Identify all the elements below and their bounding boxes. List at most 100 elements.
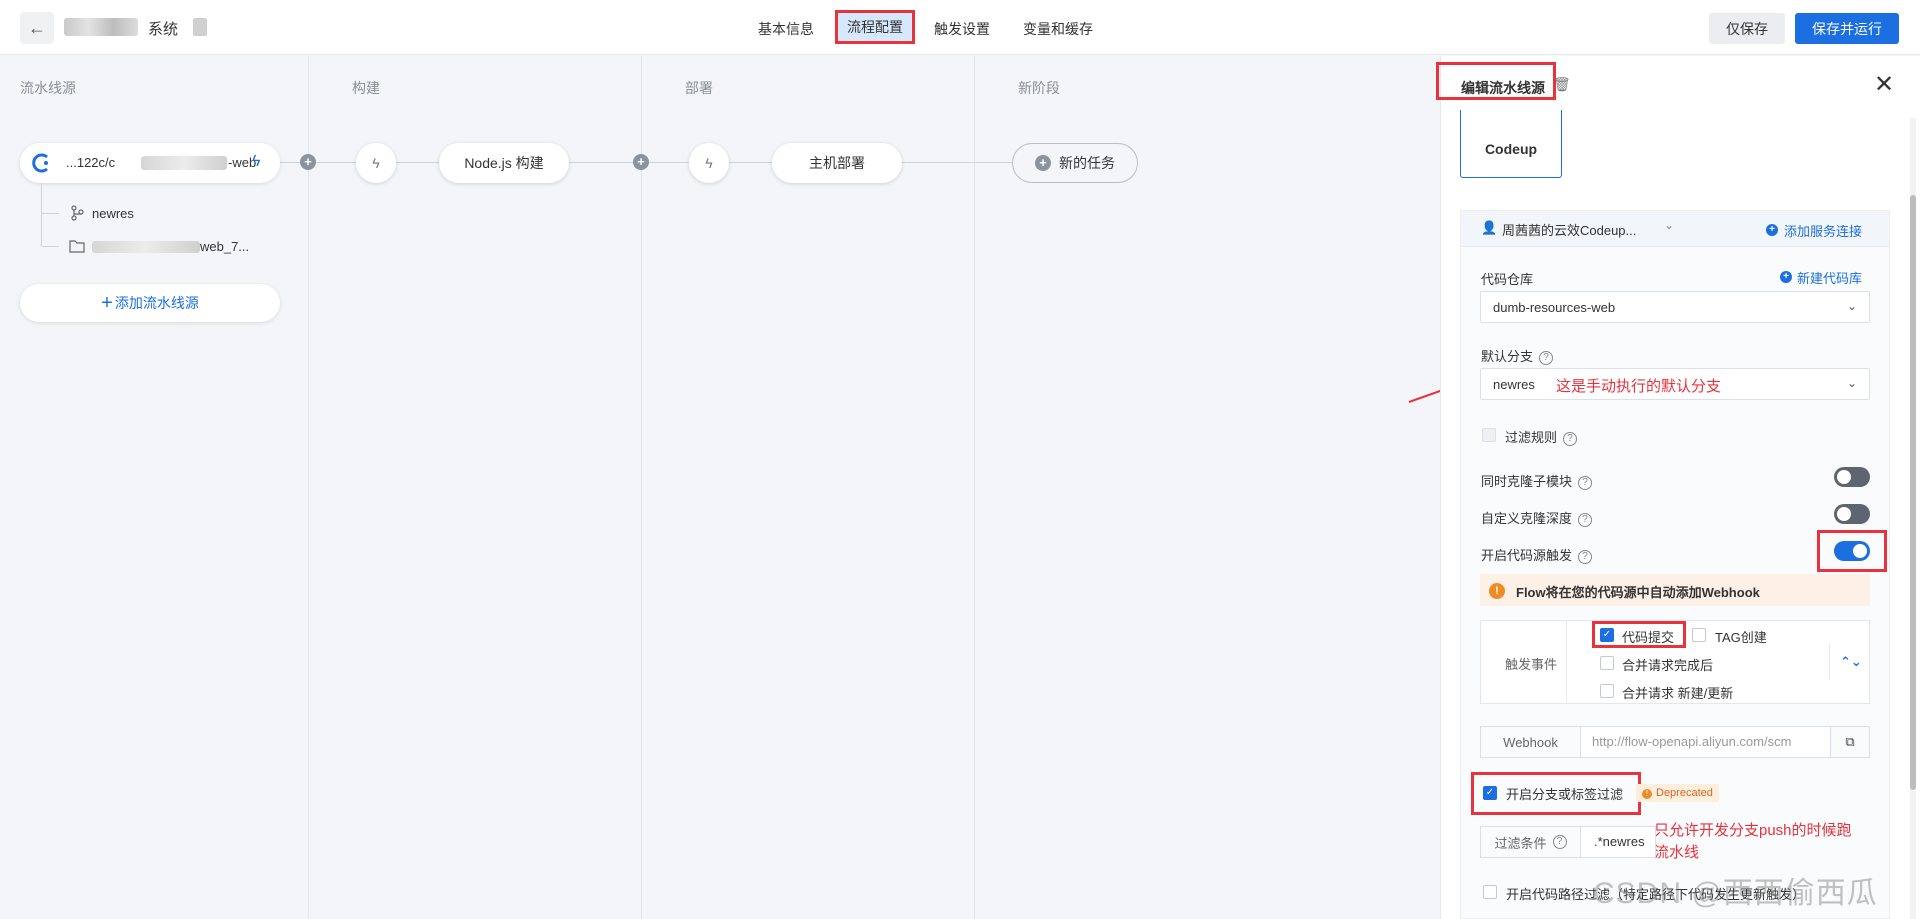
event-commit-checkbox[interactable]: ✓ (1600, 628, 1614, 642)
save-only-button[interactable]: 仅保存 (1709, 13, 1785, 44)
clone-depth-toggle[interactable] (1834, 504, 1870, 524)
help-icon[interactable]: ? (1578, 549, 1593, 564)
source-branch: newres (92, 206, 134, 221)
top-header: ← 系统 基本信息 流程配置 触发设置 变量和缓存 仅保存 保存并运行 (0, 0, 1920, 55)
tab-variables-cache[interactable]: 变量和缓存 (1023, 19, 1093, 39)
source-type-codeup[interactable]: Codeup (1460, 110, 1562, 178)
clone-depth-label: 自定义克隆深度 (1481, 511, 1573, 526)
branch-value: newres (1493, 377, 1535, 392)
info-icon: ! (1642, 789, 1652, 799)
add-source-button[interactable]: + 添加流水线源 (20, 284, 280, 322)
add-stage-button[interactable]: + (300, 154, 316, 170)
divider (1829, 644, 1830, 680)
stage-divider (974, 56, 975, 919)
add-service-connection-link[interactable]: 添加服务连接 (1784, 221, 1862, 240)
filter-condition-input[interactable]: .*newres (1594, 834, 1645, 849)
trigger-bolt-icon: ϟ (252, 153, 261, 170)
branch-filter-checkbox[interactable]: ✓ (1483, 786, 1497, 800)
stage-title-build: 构建 (352, 80, 380, 96)
back-button[interactable]: ← (20, 12, 54, 44)
event-merge-done-checkbox[interactable] (1600, 656, 1614, 670)
event-tag-label: TAG创建 (1715, 630, 1767, 645)
help-icon[interactable]: ? (1552, 835, 1567, 849)
filter-rules-label: 过滤规则 (1505, 430, 1558, 445)
webhook-url[interactable]: http://flow-openapi.aliyun.com/scm (1592, 734, 1791, 749)
tab-trigger-settings[interactable]: 触发设置 (934, 19, 990, 39)
pipeline-title-blurred (64, 18, 138, 36)
pipeline-title-blurred-end (193, 18, 207, 36)
chevron-down-icon[interactable]: ⌄ (1664, 218, 1674, 232)
source-path: web_7... (200, 239, 250, 254)
bolt-icon: ϟ (372, 155, 380, 171)
scrollbar-thumb[interactable] (1910, 195, 1916, 790)
plus-circle-icon: + (1035, 155, 1051, 171)
new-task-label: 新的任务 (1059, 155, 1115, 171)
branch-filter-label: 开启分支或标签过滤 (1506, 787, 1624, 802)
event-merge-update-checkbox[interactable] (1600, 684, 1614, 698)
source-path-blurred (92, 241, 200, 253)
path-filter-checkbox[interactable] (1483, 885, 1497, 899)
webhook-label: Webhook (1481, 727, 1581, 757)
tab-flow-config[interactable]: 流程配置 (835, 10, 915, 44)
watermark: CSDN @西西偷西瓜 (1593, 877, 1878, 910)
enable-trigger-toggle[interactable] (1834, 541, 1870, 561)
trigger-events-label: 触发事件 (1505, 657, 1558, 672)
repo-select[interactable]: dumb-resources-web ⌄ (1480, 291, 1870, 323)
clone-submodules-label: 同时克隆子模块 (1481, 474, 1573, 489)
help-icon[interactable]: ? (1539, 350, 1554, 365)
stage-trigger-button[interactable]: ϟ (356, 143, 396, 183)
deprecated-text: Deprecated (1656, 787, 1713, 799)
plus-icon: + (101, 291, 113, 314)
clone-depth-row: 自定义克隆深度? (1481, 508, 1593, 527)
stage-divider (308, 56, 309, 919)
arrow-left-icon: ← (28, 17, 46, 38)
service-connection-select[interactable]: 周茜茜的云效Codeup... (1502, 220, 1636, 239)
new-task-button[interactable]: + 新的任务 (1012, 143, 1138, 183)
job-nodejs-build[interactable]: Node.js 构建 (439, 143, 569, 183)
copy-button[interactable]: ⧉ (1830, 727, 1869, 757)
annotation-filter-note-1: 只允许开发分支push的时候跑 (1654, 822, 1852, 839)
bolt-icon: ϟ (705, 155, 713, 171)
event-tag-checkbox[interactable] (1692, 628, 1706, 642)
warning-icon: ! (1489, 583, 1505, 599)
event-commit-label: 代码提交 (1622, 630, 1675, 645)
event-merge-done-label: 合并请求完成后 (1622, 658, 1714, 673)
copy-icon: ⧉ (1845, 734, 1855, 749)
tree-connector (41, 183, 42, 247)
tree-connector (41, 213, 59, 214)
source-name: ...122c/c (66, 155, 116, 170)
annotation-branch-note: 这是手动执行的默认分支 (1556, 378, 1722, 395)
chevron-down-icon: ⌄ (1846, 299, 1857, 313)
help-icon[interactable]: ? (1578, 475, 1593, 490)
branch-label: 默认分支 (1481, 349, 1534, 364)
delete-icon[interactable]: 🗑 (1553, 76, 1571, 93)
branch-label-row: 默认分支? (1481, 346, 1554, 365)
chevron-down-icon: ⌄ (1846, 376, 1857, 390)
event-merge-update-label: 合并请求 新建/更新 (1622, 686, 1734, 701)
codeup-logo-icon (32, 153, 48, 173)
source-card[interactable]: ...122c/c -web ϟ (20, 143, 280, 183)
expand-icon[interactable]: ⌃⌄ (1840, 654, 1862, 670)
help-icon[interactable]: ? (1563, 431, 1578, 446)
job-host-deploy[interactable]: 主机部署 (772, 143, 902, 183)
stage-divider (641, 56, 642, 919)
close-icon[interactable]: ✕ (1874, 70, 1894, 99)
clone-submodules-toggle[interactable] (1834, 467, 1870, 487)
stage-title-new[interactable]: 新阶段 (1018, 78, 1060, 98)
filter-condition-label: 过滤条件 (1494, 835, 1547, 851)
deprecated-badge: ! Deprecated (1636, 784, 1719, 802)
filter-rules-checkbox[interactable] (1482, 428, 1496, 442)
save-and-run-button[interactable]: 保存并运行 (1795, 13, 1899, 44)
new-repo-link[interactable]: 新建代码库 (1797, 268, 1862, 287)
help-icon[interactable]: ? (1578, 512, 1593, 527)
stage-trigger-button[interactable]: ϟ (689, 143, 729, 183)
annotation-filter-note-2: 流水线 (1654, 844, 1700, 861)
filter-rules-row: 过滤规则? (1505, 427, 1578, 446)
source-name-blurred (141, 156, 227, 170)
toggle-knob (1853, 544, 1867, 558)
folder-icon (69, 240, 85, 253)
tab-basic-info[interactable]: 基本信息 (758, 19, 814, 39)
tree-connector (41, 246, 59, 247)
webhook-notice-text: Flow将在您的代码源中自动添加Webhook (1516, 585, 1760, 600)
add-stage-button[interactable]: + (633, 154, 649, 170)
